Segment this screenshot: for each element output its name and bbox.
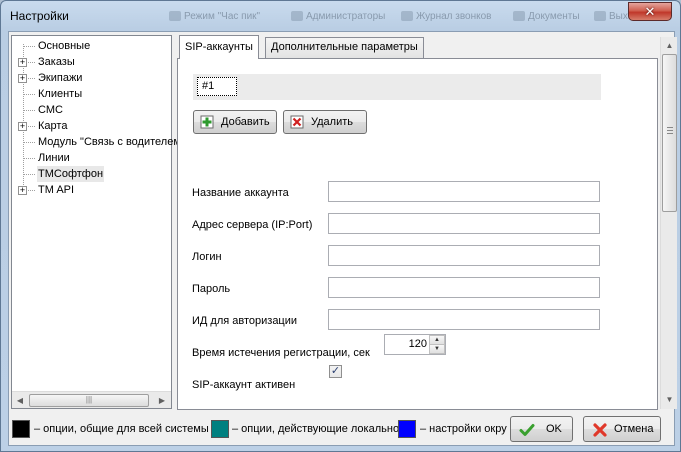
login-input[interactable] [328, 245, 600, 266]
checkmark-icon [519, 424, 535, 436]
delete-account-button[interactable]: Удалить [283, 110, 367, 134]
spin-down-icon[interactable]: ▼ [429, 344, 445, 354]
settings-tree[interactable]: Основные + Заказы + Экипажи Клиенты СМС [11, 35, 185, 409]
settings-window: Режим "Час пик" Администраторы Журнал зв… [0, 0, 681, 452]
expiration-label: Время истечения регистрации, сек [192, 347, 370, 359]
tree-item-label: Клиенты [38, 88, 83, 100]
tree-item-label: Заказы [38, 56, 75, 68]
tree-item-label: Карта [38, 120, 68, 132]
legend-swatch-global [12, 420, 30, 438]
ok-button[interactable]: OK [510, 416, 573, 442]
account-selector-bar: #1 [193, 74, 601, 100]
legend-swatch-local [211, 420, 229, 438]
tree-item-label: СМС [38, 104, 63, 116]
tab-page-sip-accounts: #1 Добавить Удалить Название аккаунта Ад… [177, 58, 658, 410]
login-label: Логин [192, 251, 222, 263]
cancel-icon [593, 423, 607, 437]
add-button-label: Добавить [221, 116, 270, 128]
tree-connector [23, 142, 35, 143]
background-toolbar: Режим "Час пик" Администраторы Журнал зв… [1, 11, 641, 27]
expand-icon[interactable]: + [18, 122, 27, 131]
bg-toolbar-item: Журнал звонков [401, 11, 492, 27]
account-name-input[interactable] [328, 181, 600, 202]
scroll-thumb[interactable] [662, 54, 677, 212]
account-name-label: Название аккаунта [192, 187, 289, 199]
server-address-input[interactable] [328, 213, 600, 234]
expiration-stepper[interactable]: 120 ▲ ▼ [384, 334, 446, 355]
password-label: Пароль [192, 283, 231, 295]
tree-connector [23, 110, 35, 111]
tree-item-label: Линии [38, 152, 70, 164]
checkmark-icon: ✓ [330, 365, 341, 377]
server-address-label: Адрес сервера (IP:Port) [192, 219, 313, 231]
legend-text-global: – опции, общие для всей системы [34, 423, 209, 435]
tree-connector [23, 174, 35, 175]
password-input[interactable] [328, 277, 600, 298]
tab-sip-accounts[interactable]: SIP-аккаунты [179, 35, 259, 59]
tab-additional-params[interactable]: Дополнительные параметры [265, 37, 424, 58]
cancel-button[interactable]: Отмена [583, 416, 661, 442]
scroll-right-icon[interactable]: ▶ [155, 394, 169, 407]
expand-icon[interactable]: + [18, 74, 27, 83]
tree-item-label: Основные [38, 40, 91, 52]
delete-icon [290, 115, 304, 129]
expiration-value[interactable]: 120 [409, 335, 427, 354]
bg-toolbar-item: Режим "Час пик" [169, 11, 260, 27]
active-label: SIP-аккаунт активен [192, 379, 296, 391]
auth-id-input[interactable] [328, 309, 600, 330]
delete-button-label: Удалить [311, 116, 353, 128]
tree-item-label: Экипажи [38, 72, 83, 84]
legend-text-env: – настройки окружения [420, 423, 507, 435]
legend-swatch-env [398, 420, 416, 438]
scroll-thumb[interactable]: ||| [29, 394, 149, 407]
grip-icon [667, 127, 673, 134]
title-bar[interactable]: Режим "Час пик" Администраторы Журнал зв… [1, 1, 681, 31]
expand-icon[interactable]: + [18, 186, 27, 195]
account-item[interactable]: #1 [197, 77, 237, 96]
ok-button-label: OK [546, 423, 562, 435]
legend: – опции, общие для всей системы – опции,… [9, 412, 507, 442]
tree-item-label: TM API [38, 184, 75, 196]
bg-toolbar-item: Администраторы [291, 11, 385, 27]
add-account-button[interactable]: Добавить [193, 110, 277, 134]
tree-connector [23, 46, 35, 47]
add-icon [200, 115, 214, 129]
client-area: Основные + Заказы + Экипажи Клиенты СМС [8, 31, 677, 446]
vertical-scrollbar[interactable]: ▲ ▼ [660, 37, 677, 409]
scroll-down-icon[interactable]: ▼ [662, 392, 677, 407]
expand-icon[interactable]: + [18, 58, 27, 67]
scroll-up-icon[interactable]: ▲ [662, 38, 677, 53]
tree-connector [23, 94, 35, 95]
tab-control: SIP-аккаунты Дополнительные параметры #1… [177, 35, 658, 410]
close-button[interactable]: ✕ [628, 2, 672, 21]
active-checkbox[interactable]: ✓ [329, 365, 342, 378]
tree-connector [23, 158, 35, 159]
auth-id-label: ИД для авторизации [192, 315, 298, 327]
legend-text-local: – опции, действующие локально [232, 423, 400, 435]
window-title: Настройки [10, 9, 69, 23]
bg-toolbar-item: Документы [513, 11, 580, 27]
close-icon: ✕ [644, 4, 656, 19]
tree-item-label: TMСофтфон [37, 166, 105, 182]
cancel-button-label: Отмена [614, 423, 654, 435]
tree-item-label: Модуль "Связь с водителем" [38, 136, 185, 148]
scroll-left-icon[interactable]: ◀ [13, 394, 27, 407]
tree-horizontal-scrollbar[interactable]: ◀ ||| ▶ [12, 391, 171, 408]
